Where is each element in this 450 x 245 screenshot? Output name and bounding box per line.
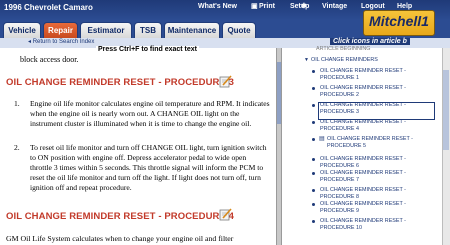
bullet-icon (312, 87, 315, 90)
toc-item-procedure-3[interactable]: OIL CHANGE REMINDER RESET - PROCEDURE 3 (312, 102, 434, 118)
note-icon: ▤ (319, 136, 325, 142)
help-link[interactable]: Help (397, 3, 412, 10)
logout-link[interactable]: Logout (361, 3, 385, 10)
toc-item-procedure-2[interactable]: OIL CHANGE REMINDER RESET - PROCEDURE 2 (312, 85, 434, 101)
vehicle-title: 1996 Chevrolet Camaro (4, 3, 93, 12)
whats-new-link[interactable]: What's New (198, 3, 237, 10)
toc-item-label: OIL CHANGE REMINDER RESET - PROCEDURE 2 (320, 85, 406, 98)
splitter-handle[interactable] (277, 62, 281, 124)
step-text: Engine oil life monitor calculates engin… (30, 99, 270, 128)
toc-item-label: OIL CHANGE REMINDER RESET - PROCEDURE 8 (320, 187, 406, 200)
toc-item-procedure-4[interactable]: OIL CHANGE REMINDER RESET - PROCEDURE 4 (312, 119, 434, 135)
toc-item-procedure-10[interactable]: OIL CHANGE REMINDER RESET - PROCEDURE 10 (312, 218, 434, 234)
toc-article-beginning[interactable]: ARTICLE BEGINNING (316, 46, 370, 52)
toc-item-procedure-5[interactable]: ▤ OIL CHANGE REMINDER RESET - PROCEDURE 5 (312, 136, 434, 152)
sidebar-scrollbar-thumb[interactable] (443, 70, 449, 150)
procedure-3-heading: OIL CHANGE REMINDER RESET - PROCEDURE 3 (6, 77, 235, 88)
tab-estimator[interactable]: Estimator (80, 22, 132, 38)
find-text-hint: Press Ctrl+F to find exact text (96, 46, 200, 53)
tab-maintenance[interactable]: Maintenance (164, 22, 220, 38)
click-icons-hint: Click icons in article b (330, 38, 410, 45)
procedure-4-heading: OIL CHANGE REMINDER RESET - PROCEDURE 4 (6, 211, 235, 222)
toc-item-label: OIL CHANGE REMINDER RESET - PROCEDURE 4 (320, 119, 406, 132)
toc-item-label: OIL CHANGE REMINDER RESET - PROCEDURE 3 (320, 102, 406, 115)
tab-repair[interactable]: Repair (43, 22, 78, 38)
toc-group-label: OIL CHANGE REMINDERS (311, 57, 378, 63)
tab-tsb[interactable]: TSB (134, 22, 162, 38)
bullet-icon (312, 172, 315, 175)
toc-item-procedure-9[interactable]: OIL CHANGE REMINDER RESET - PROCEDURE 9 (312, 201, 434, 217)
vintage-link[interactable]: Vintage (322, 3, 347, 10)
printer-icon: ▣ (251, 3, 258, 10)
step-text: To reset oil life monitor and turn off C… (30, 143, 267, 192)
gear-icon: ✱ (301, 3, 307, 10)
toc-item-procedure-7[interactable]: OIL CHANGE REMINDER RESET - PROCEDURE 7 (312, 170, 434, 186)
article-content: block access door. OIL CHANGE REMINDER R… (0, 48, 276, 245)
procedure-3-step-2: 2. To reset oil life monitor and turn of… (14, 143, 270, 195)
tab-quote[interactable]: Quote (222, 22, 256, 38)
toc-item-procedure-1[interactable]: OIL CHANGE REMINDER RESET - PROCEDURE 1 (312, 68, 434, 84)
toc-item-label: OIL CHANGE REMINDER RESET - PROCEDURE 6 (320, 156, 406, 169)
bullet-icon (312, 104, 315, 107)
return-to-search-index-link[interactable]: ◂ Return to Search Index (28, 38, 94, 45)
toc-item-label: OIL CHANGE REMINDER RESET - PROCEDURE 1 (320, 68, 406, 81)
procedure-3-step-1: 1. Engine oil life monitor calculates en… (14, 99, 270, 141)
bullet-icon (312, 220, 315, 223)
toc-item-label: OIL CHANGE REMINDER RESET - PROCEDURE 10 (320, 218, 406, 231)
edit-note-icon[interactable] (219, 208, 232, 221)
collapse-triangle-icon: ▼ (304, 57, 309, 63)
toc-item-label: OIL CHANGE REMINDER RESET - PROCEDURE 7 (320, 170, 406, 183)
step-number: 2. (14, 143, 20, 152)
step-number: 1. (14, 99, 20, 108)
return-link-label: Return to Search Index (32, 39, 95, 45)
bullet-icon (312, 158, 315, 161)
mitchell1-logo: Mitchell1 (363, 10, 435, 36)
tab-vehicle[interactable]: Vehicle (3, 22, 41, 38)
toc-item-label: OIL CHANGE REMINDER RESET - PROCEDURE 5 (327, 136, 413, 149)
bullet-icon (312, 203, 315, 206)
logo-text: Mitchell1 (369, 13, 429, 29)
bullet-icon (312, 121, 315, 124)
bullet-icon (312, 138, 315, 141)
toc-item-label: OIL CHANGE REMINDER RESET - PROCEDURE 9 (320, 201, 406, 214)
edit-note-icon[interactable] (219, 75, 232, 88)
bullet-icon (312, 189, 315, 192)
paragraph-fragment-top: block access door. (20, 55, 79, 64)
print-label: Print (259, 3, 275, 10)
paragraph-fragment-bottom: GM Oil Life System calculates when to ch… (6, 234, 234, 243)
bullet-icon (312, 70, 315, 73)
